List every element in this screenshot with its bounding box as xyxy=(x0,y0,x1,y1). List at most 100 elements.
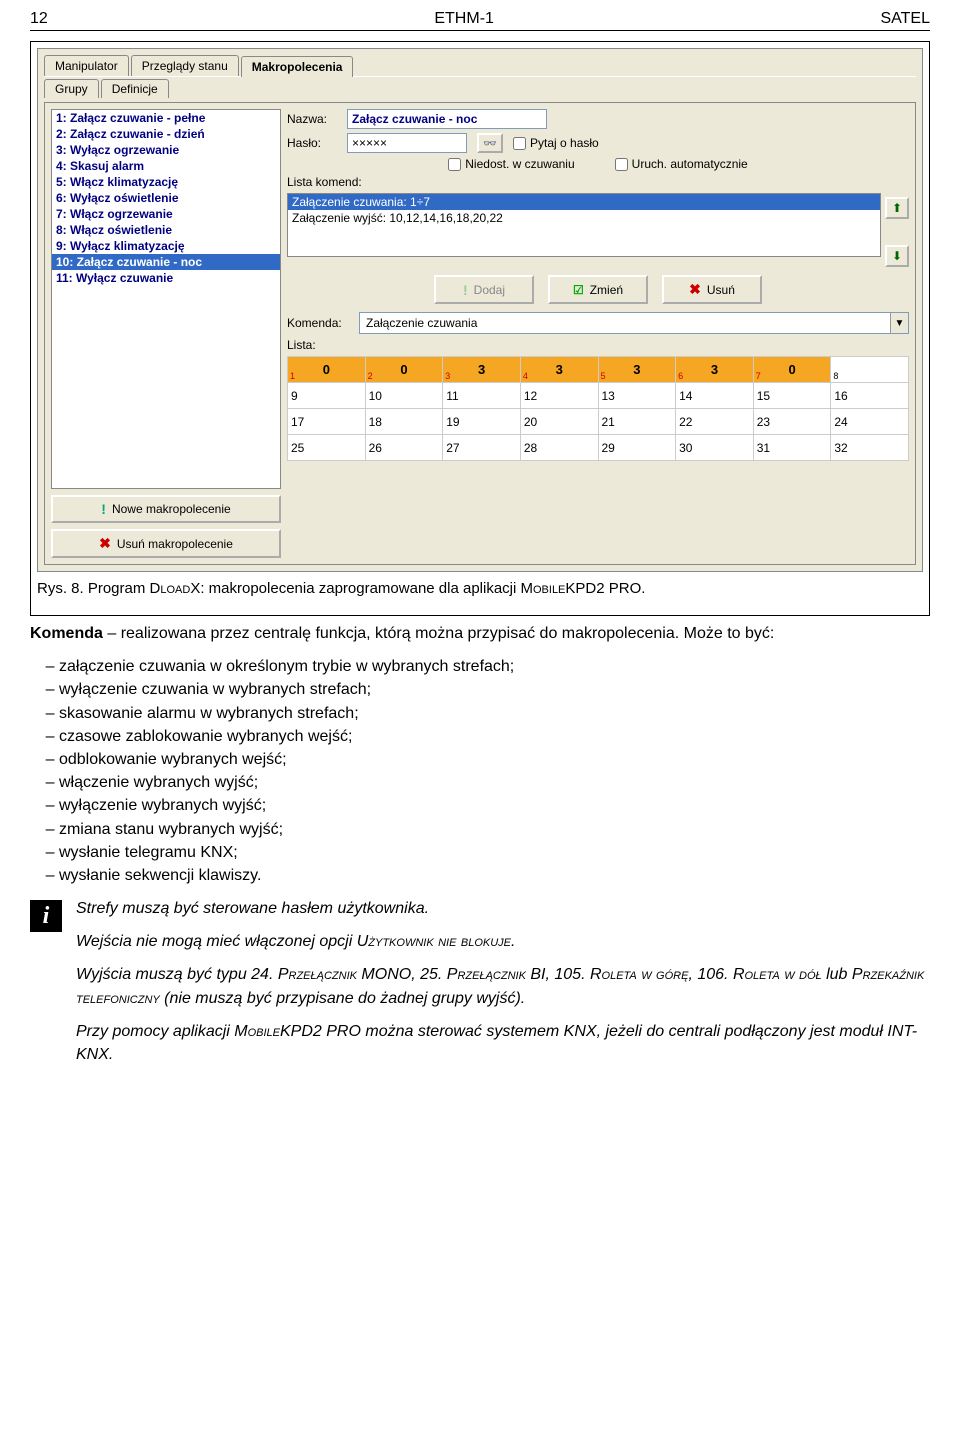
grid-cell[interactable]: 19 xyxy=(443,409,521,435)
page-title: ETHM-1 xyxy=(434,10,494,28)
del-cmd-label: Usuń xyxy=(707,283,735,297)
macro-item[interactable]: 3: Wyłącz ogrzewanie xyxy=(52,142,280,158)
bullet-item: włączenie wybranych wyjść; xyxy=(68,771,930,794)
grid-cell[interactable]: 11 xyxy=(443,383,521,409)
uruch-checkbox[interactable] xyxy=(615,158,628,171)
grid-cell[interactable]: 15 xyxy=(753,383,831,409)
left-column: 1: Załącz czuwanie - pełne2: Załącz czuw… xyxy=(51,109,281,558)
definition: Komenda – realizowana przez centralę fun… xyxy=(30,622,930,645)
tab-makropolecenia[interactable]: Makropolecenia xyxy=(241,56,354,77)
grid-cell[interactable]: 53 xyxy=(598,357,676,383)
note-block: i Strefy muszą być sterowane hasłem użyt… xyxy=(30,897,930,1076)
tab-manipulator[interactable]: Manipulator xyxy=(44,55,129,76)
grid-cell[interactable]: 18 xyxy=(365,409,443,435)
haslo-input[interactable] xyxy=(347,133,467,153)
grid-cell[interactable]: 33 xyxy=(443,357,521,383)
grid-cell[interactable]: 25 xyxy=(288,435,366,461)
subtab-grupy[interactable]: Grupy xyxy=(44,79,99,98)
grid-cell[interactable]: 31 xyxy=(753,435,831,461)
komenda-value: Załączenie czuwania xyxy=(360,316,890,330)
note-text: Strefy muszą być sterowane hasłem użytko… xyxy=(76,897,930,1076)
grid-cell[interactable]: 30 xyxy=(676,435,754,461)
grid-cell[interactable]: 10 xyxy=(288,357,366,383)
subtab-definicje[interactable]: Definicje xyxy=(101,79,169,98)
bullet-item: zmiana stanu wybranych wyjść; xyxy=(68,818,930,841)
x-icon: ✖ xyxy=(99,535,111,552)
move-up-button[interactable]: ⬆ xyxy=(885,197,909,219)
exclaim-icon: ! xyxy=(463,282,468,298)
del-cmd-button[interactable]: ✖ Usuń xyxy=(662,275,762,304)
grid-cell[interactable]: 14 xyxy=(676,383,754,409)
grid-cell[interactable]: 9 xyxy=(288,383,366,409)
page-header: 12 ETHM-1 SATEL xyxy=(30,10,930,31)
grid-cell[interactable]: 63 xyxy=(676,357,754,383)
grid-cell[interactable]: 26 xyxy=(365,435,443,461)
macro-item[interactable]: 5: Włącz klimatyzację xyxy=(52,174,280,190)
zone-grid[interactable]: 1020334353637089101112131415161718192021… xyxy=(287,356,909,461)
grid-cell[interactable]: 24 xyxy=(831,409,909,435)
grid-cell[interactable]: 13 xyxy=(598,383,676,409)
cmd-item[interactable]: Załączenie wyjść: 10,12,14,16,18,20,22 xyxy=(288,210,880,226)
grid-cell[interactable]: 20 xyxy=(365,357,443,383)
note-1: Strefy muszą być sterowane hasłem użytko… xyxy=(76,897,930,920)
grid-cell[interactable]: 16 xyxy=(831,383,909,409)
new-macro-button[interactable]: ! Nowe makropolecenie xyxy=(51,495,281,523)
grid-cell[interactable]: 23 xyxy=(753,409,831,435)
grid-cell[interactable]: 12 xyxy=(520,383,598,409)
tab-przeglady[interactable]: Przeglądy stanu xyxy=(131,55,239,76)
x-icon: ✖ xyxy=(689,281,701,298)
defn-rest: – realizowana przez centralę funkcja, kt… xyxy=(103,625,774,642)
note-2: Wejścia nie mogą mieć włączonej opcji Uż… xyxy=(76,930,930,953)
chevron-down-icon: ▼ xyxy=(890,313,908,333)
bullet-item: załączenie czuwania w określonym trybie … xyxy=(68,655,930,678)
grid-cell[interactable]: 8 xyxy=(831,357,909,383)
pytaj-label: Pytaj o hasło xyxy=(530,136,599,150)
main-tabs: Manipulator Przeglądy stanu Makropolecen… xyxy=(44,55,916,77)
grid-cell[interactable]: 20 xyxy=(520,409,598,435)
macro-item[interactable]: 6: Wyłącz oświetlenie xyxy=(52,190,280,206)
komenda-select[interactable]: Załączenie czuwania ▼ xyxy=(359,312,909,334)
macro-listbox[interactable]: 1: Załącz czuwanie - pełne2: Załącz czuw… xyxy=(51,109,281,489)
sub-tabs: Grupy Definicje xyxy=(44,79,916,98)
exclaim-icon: ! xyxy=(101,501,106,517)
new-macro-label: Nowe makropolecenie xyxy=(112,502,231,516)
cmd-item[interactable]: Załączenie czuwania: 1÷7 xyxy=(288,194,880,210)
niedost-checkbox[interactable] xyxy=(448,158,461,171)
macro-item[interactable]: 10: Załącz czuwanie - noc xyxy=(52,254,280,270)
macro-item[interactable]: 2: Załącz czuwanie - dzień xyxy=(52,126,280,142)
grid-cell[interactable]: 28 xyxy=(520,435,598,461)
macro-item[interactable]: 9: Wyłącz klimatyzację xyxy=(52,238,280,254)
delete-macro-button[interactable]: ✖ Usuń makropolecenie xyxy=(51,529,281,558)
grid-cell[interactable]: 43 xyxy=(520,357,598,383)
macro-item[interactable]: 11: Wyłącz czuwanie xyxy=(52,270,280,286)
page-num: 12 xyxy=(30,10,48,28)
macro-item[interactable]: 7: Włącz ogrzewanie xyxy=(52,206,280,222)
change-label: Zmień xyxy=(590,283,623,297)
macro-item[interactable]: 1: Załącz czuwanie - pełne xyxy=(52,110,280,126)
body-text: Komenda – realizowana przez centralę fun… xyxy=(30,622,930,1076)
note-3: Wyjścia muszą być typu 24. Przełącznik M… xyxy=(76,963,930,1009)
grid-cell[interactable]: 70 xyxy=(753,357,831,383)
bullet-item: czasowe zablokowanie wybranych wejść; xyxy=(68,725,930,748)
uruch-checkbox-wrap[interactable]: Uruch. automatycznie xyxy=(615,157,748,171)
figure-frame: Manipulator Przeglądy stanu Makropolecen… xyxy=(30,41,930,616)
grid-cell[interactable]: 27 xyxy=(443,435,521,461)
macro-item[interactable]: 4: Skasuj alarm xyxy=(52,158,280,174)
grid-cell[interactable]: 22 xyxy=(676,409,754,435)
grid-cell[interactable]: 29 xyxy=(598,435,676,461)
add-button[interactable]: ! Dodaj xyxy=(434,275,534,304)
grid-cell[interactable]: 17 xyxy=(288,409,366,435)
pytaj-checkbox-wrap[interactable]: Pytaj o hasło xyxy=(513,136,599,150)
grid-cell[interactable]: 32 xyxy=(831,435,909,461)
move-down-button[interactable]: ⬇ xyxy=(885,245,909,267)
reveal-password-button[interactable]: 👓 xyxy=(477,133,503,153)
command-listbox[interactable]: Załączenie czuwania: 1÷7Załączenie wyjść… xyxy=(287,193,881,257)
nazwa-input[interactable] xyxy=(347,109,547,129)
change-button[interactable]: ☑ Zmień xyxy=(548,275,648,304)
pytaj-checkbox[interactable] xyxy=(513,137,526,150)
niedost-checkbox-wrap[interactable]: Niedost. w czuwaniu xyxy=(448,157,574,171)
haslo-label: Hasło: xyxy=(287,136,337,150)
grid-cell[interactable]: 21 xyxy=(598,409,676,435)
grid-cell[interactable]: 10 xyxy=(365,383,443,409)
macro-item[interactable]: 8: Włącz oświetlenie xyxy=(52,222,280,238)
